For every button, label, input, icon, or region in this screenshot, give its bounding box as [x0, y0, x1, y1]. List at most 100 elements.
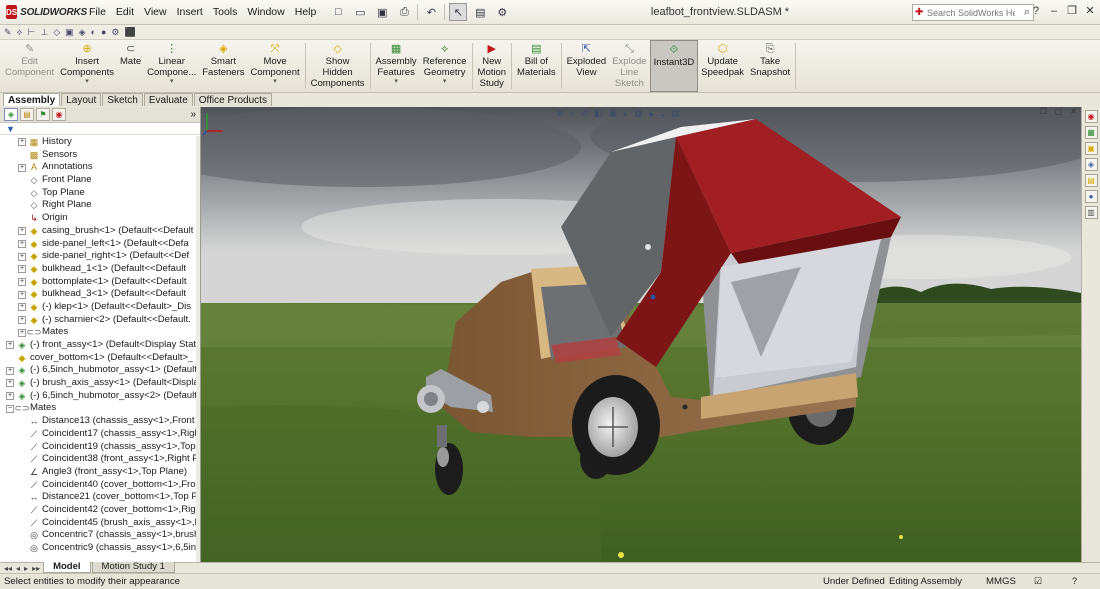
- help-search-input[interactable]: [927, 7, 1015, 18]
- expand-icon[interactable]: +: [18, 290, 26, 299]
- vp-close-icon[interactable]: ✕: [1070, 107, 1077, 116]
- displaymanager-tab-icon[interactable]: ◉: [52, 108, 66, 121]
- open-icon[interactable]: ▭: [351, 3, 369, 21]
- last-tab-icon[interactable]: ▸▸: [30, 564, 42, 573]
- help-search-box[interactable]: ✚ ⌕: [912, 4, 1034, 21]
- zoom-area-icon[interactable]: ⌕: [570, 108, 575, 119]
- custom-properties-icon[interactable]: ▥: [1084, 206, 1098, 219]
- expand-icon[interactable]: +: [6, 379, 14, 388]
- toolbar-view-icon[interactable]: ◈: [79, 27, 86, 38]
- reference-geometry-button[interactable]: ⟡ Reference Geometry ▾: [420, 40, 470, 86]
- tree-item[interactable]: + ⊂⊃ Mates: [0, 326, 200, 339]
- dropdown-arrow-icon[interactable]: ▾: [273, 78, 277, 86]
- hide-show-icon[interactable]: ◍: [635, 108, 643, 119]
- section-view-icon[interactable]: ◧: [594, 108, 603, 119]
- tab-motion-study-1[interactable]: Motion Study 1: [91, 562, 175, 573]
- tree-item[interactable]: ∠ Angle3 (front_assy<1>,Top Plane): [0, 466, 200, 479]
- toolbar-misc-icon[interactable]: ⬛: [125, 27, 136, 38]
- print-icon[interactable]: ⎙: [395, 3, 413, 21]
- tree-item[interactable]: ↔ Distance21 (cover_bottom<1>,Top Pla: [0, 491, 201, 504]
- rebuild-status-icon[interactable]: ☑: [1034, 574, 1042, 589]
- help-dropdown-icon[interactable]: ?: [1030, 5, 1042, 17]
- tree-scrollbar[interactable]: [196, 136, 200, 562]
- menu-help[interactable]: Help: [290, 6, 322, 18]
- new-motion-study-button[interactable]: ▶ New Motion Study: [475, 40, 510, 89]
- first-tab-icon[interactable]: ◂◂: [2, 564, 14, 573]
- dropdown-arrow-icon[interactable]: ▾: [443, 78, 447, 86]
- tree-item[interactable]: + ◆ side-panel_right<1> (Default<<Def: [0, 250, 200, 263]
- vp-maximize-icon[interactable]: ▢: [1055, 107, 1063, 116]
- graphics-area[interactable]: ⊕ ⌕ ↺ ◧ ▣ ◐ ◍ ● ◒ ▤ ❐ ▢ ✕: [201, 107, 1081, 562]
- filter-icon[interactable]: ▼: [6, 124, 15, 134]
- display-style-icon[interactable]: ◐: [623, 109, 628, 119]
- tree-item[interactable]: ◎ Concentric7 (chassis_assy<1>,brush_ax: [0, 529, 200, 542]
- view-orientation-icon[interactable]: ▣: [609, 108, 618, 119]
- take-snapshot-button[interactable]: ⎘ Take Snapshot: [747, 40, 793, 78]
- expand-icon[interactable]: +: [18, 252, 26, 261]
- tree-item[interactable]: + ◆ (-) scharnier<2> (Default<<Default.: [0, 314, 200, 327]
- expand-icon[interactable]: +: [18, 315, 26, 324]
- new-icon[interactable]: □: [329, 3, 347, 21]
- tree-item[interactable]: + A Annotations: [0, 161, 200, 174]
- edit-component-button[interactable]: ✎ Edit Component: [2, 40, 57, 78]
- tree-item[interactable]: ⟋ Coincident40 (cover_bottom<1>,Front: [0, 479, 200, 492]
- toolbar-plane-icon[interactable]: ◇: [53, 27, 60, 38]
- apply-scene-icon[interactable]: ◒: [660, 109, 665, 119]
- solidworks-resources-icon[interactable]: ◉: [1084, 110, 1098, 123]
- expand-icon[interactable]: +: [18, 227, 26, 236]
- tree-item[interactable]: ⟋ Coincident19 (chassis_assy<1>,Top Pla: [0, 441, 200, 454]
- featuremanager-tab-icon[interactable]: ◈: [4, 108, 18, 121]
- smart-fasteners-button[interactable]: ◈ Smart Fasteners: [199, 40, 247, 78]
- expand-icon[interactable]: +: [18, 303, 26, 312]
- assembly-features-button[interactable]: ▦ Assembly Features ▾: [373, 40, 420, 86]
- tree-item[interactable]: + ▦ History: [0, 136, 200, 149]
- zoom-to-fit-icon[interactable]: ⊕: [556, 108, 564, 119]
- tree-item[interactable]: + ◆ casing_brush<1> (Default<<Default: [0, 225, 200, 238]
- tree-item[interactable]: ⟋ Coincident45 (brush_axis_assy<1>,Righ: [0, 517, 200, 530]
- tree-item[interactable]: + ◈ (-) brush_axis_assy<1> (Default<Displa: [0, 377, 200, 390]
- configurationmanager-tab-icon[interactable]: ⚑: [36, 108, 50, 121]
- expand-icon[interactable]: +: [6, 341, 14, 350]
- dropdown-arrow-icon[interactable]: ▾: [170, 78, 174, 86]
- tab-assembly[interactable]: Assembly: [3, 93, 61, 106]
- expand-panel-icon[interactable]: »: [190, 109, 196, 120]
- menu-insert[interactable]: Insert: [172, 6, 208, 18]
- tree-item[interactable]: + ◆ bottomplate<1> (Default<<Default: [0, 276, 200, 289]
- expand-icon[interactable]: +: [18, 163, 26, 172]
- status-units[interactable]: MMGS: [986, 574, 1016, 589]
- collapse-icon[interactable]: −: [6, 404, 14, 413]
- search-results-icon[interactable]: ◈: [1084, 158, 1098, 171]
- design-library-icon[interactable]: ▦: [1084, 126, 1098, 139]
- appearances-icon[interactable]: ●: [1084, 190, 1098, 203]
- menu-view[interactable]: View: [139, 6, 172, 18]
- update-speedpak-button[interactable]: ⬡ Update Speedpak: [698, 40, 747, 78]
- tab-sketch[interactable]: Sketch: [102, 93, 143, 106]
- tree-item[interactable]: ↔ Distance13 (chassis_assy<1>,Front Plan: [0, 415, 201, 428]
- mate-button[interactable]: ⊂ Mate: [117, 40, 144, 67]
- move-component-button[interactable]: ⤧ Move Component ▾: [248, 40, 303, 86]
- restore-icon[interactable]: ❐: [1066, 4, 1078, 17]
- tree-item[interactable]: + ◆ bulkhead_3<1> (Default<<Default: [0, 288, 200, 301]
- tab-layout[interactable]: Layout: [61, 93, 102, 106]
- view-palette-icon[interactable]: ▤: [1084, 174, 1098, 187]
- linear-component-button[interactable]: ⋮ Linear Compone... ▾: [144, 40, 199, 86]
- tree-item[interactable]: ⟋ Coincident42 (cover_bottom<1>,Right: [0, 504, 200, 517]
- tree-item[interactable]: ◎ Concentric9 (chassis_assy<1>,6,5inch_h: [0, 542, 200, 555]
- expand-icon[interactable]: +: [18, 138, 26, 147]
- dropdown-arrow-icon[interactable]: ▾: [85, 78, 89, 86]
- expand-icon[interactable]: +: [18, 265, 26, 274]
- app-logo[interactable]: DS SOLIDWORKS: [0, 5, 87, 19]
- toolbar-color-icon[interactable]: ●: [101, 27, 106, 37]
- tree-item[interactable]: ⟋ Coincident38 (front_assy<1>,Right Pla: [0, 453, 200, 466]
- toolbar-relation-icon[interactable]: ⊥: [40, 27, 48, 38]
- explode-line-sketch-button[interactable]: ⤡ Explode Line Sketch: [609, 40, 649, 89]
- rebuild-icon[interactable]: ▤: [471, 3, 489, 21]
- minimize-icon[interactable]: –: [1048, 5, 1060, 17]
- tab-model[interactable]: Model: [43, 562, 91, 573]
- dropdown-arrow-icon[interactable]: ▾: [394, 78, 398, 86]
- tree-item[interactable]: + ◈ (-) 6,5inch_hubmotor_assy<2> (Default: [0, 390, 200, 403]
- tree-filter[interactable]: ▼: [0, 123, 200, 135]
- tree-item[interactable]: ◇ Top Plane: [0, 187, 200, 200]
- expand-icon[interactable]: +: [6, 392, 14, 401]
- toolbar-dim-icon[interactable]: ⊢: [28, 27, 36, 38]
